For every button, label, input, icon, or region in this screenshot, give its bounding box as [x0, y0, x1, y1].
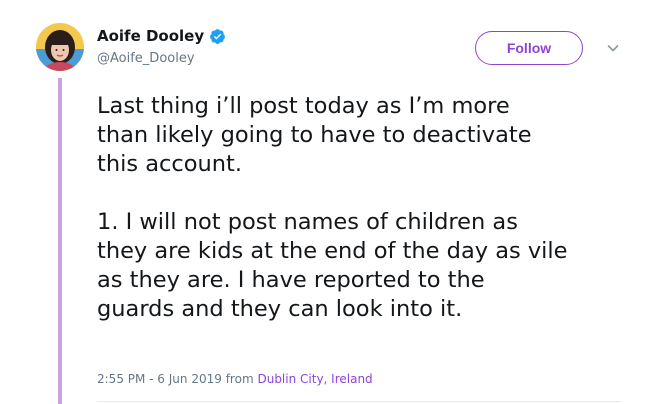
- thread-line: [58, 78, 62, 404]
- avatar-image: [36, 23, 84, 71]
- display-name[interactable]: Aoife Dooley: [97, 27, 204, 45]
- user-handle[interactable]: @Aoife_Dooley: [97, 51, 195, 66]
- user-name-row: Aoife Dooley: [97, 27, 226, 45]
- chevron-down-icon[interactable]: [606, 40, 620, 54]
- tweet-location-link[interactable]: Dublin City, Ireland: [257, 372, 372, 386]
- tweet-timestamp[interactable]: 2:55 PM - 6 Jun 2019: [97, 372, 222, 386]
- follow-button[interactable]: Follow: [475, 31, 583, 65]
- verified-badge-icon: [209, 28, 226, 45]
- avatar[interactable]: [36, 23, 84, 71]
- divider: [97, 401, 621, 402]
- tweet-meta: 2:55 PM - 6 Jun 2019 from Dublin City, I…: [97, 372, 373, 386]
- from-label: from: [225, 372, 254, 386]
- tweet-text: Last thing i’ll post today as I’m more t…: [97, 93, 568, 322]
